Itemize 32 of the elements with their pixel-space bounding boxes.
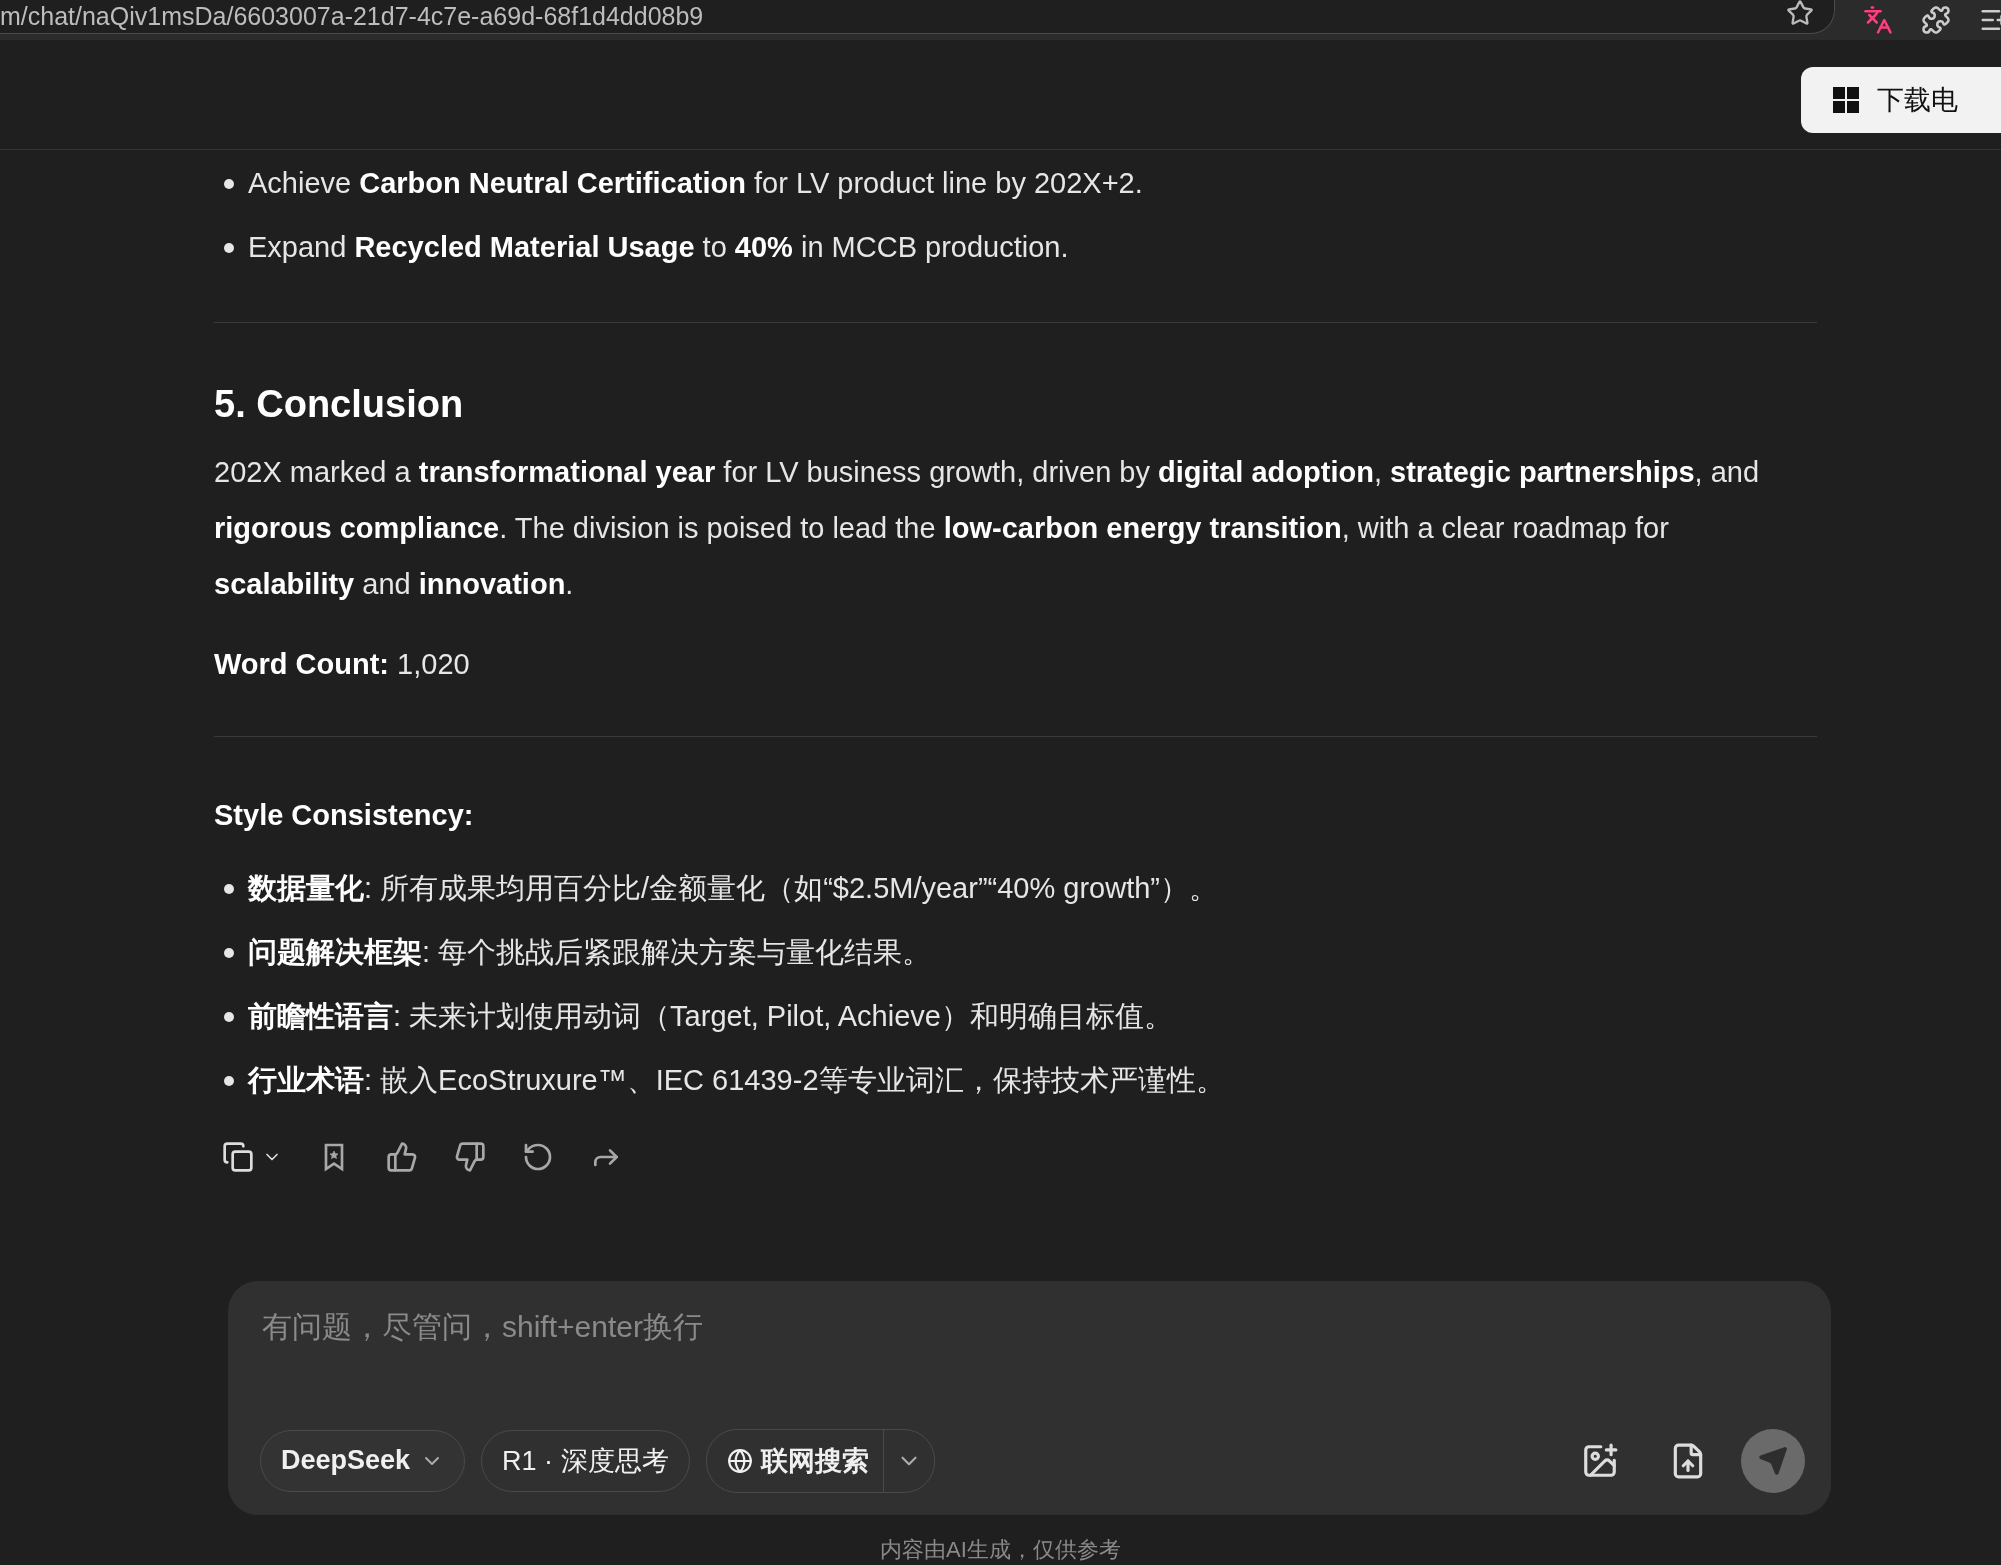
style-heading: Style Consistency: <box>214 798 474 831</box>
copy-icon <box>222 1140 254 1173</box>
model-button[interactable]: DeepSeek <box>260 1430 466 1492</box>
send-icon <box>1758 1446 1788 1476</box>
thumbs-down-button[interactable] <box>454 1140 486 1173</box>
web-search-button[interactable]: 联网搜索 <box>706 1430 884 1492</box>
bullet-text: 数据量化: 所有成果均用百分比/金额量化（如“$2.5M/year”“40% growth”）。 <box>248 870 1218 906</box>
message-input[interactable]: 有问题，尽管问，shift+enter换行 <box>260 1308 1805 1345</box>
puzzle-icon[interactable] <box>1921 4 1951 35</box>
address-bar[interactable]: m/chat/naQiv1msDa/6603007a-21d7-4c7e-a69d-68f1d4dd08b9 <box>0 0 1835 34</box>
bullet-dot <box>224 883 234 894</box>
bullet-dot <box>224 947 234 958</box>
translate-icon[interactable] <box>1863 4 1893 35</box>
section-heading: 5. Conclusion <box>214 382 465 426</box>
bullet-text: 行业术语: 嵌入EcoStruxure™、IEC 61439-2等专业词汇，保持技术严谨性。 <box>248 1062 1225 1098</box>
star-icon[interactable] <box>1786 0 1814 28</box>
bullet-text: 问题解决框架: 每个挑战后紧跟解决方案与量化结果。 <box>248 934 932 970</box>
globe-icon <box>726 1448 753 1474</box>
windows-logo-icon <box>1833 86 1859 113</box>
bullet-dot <box>224 1011 234 1022</box>
bullet-dot <box>224 178 234 189</box>
word-count: Word Count: 1,020 <box>214 647 470 680</box>
bullet-dot <box>224 242 234 253</box>
add-image-button[interactable] <box>1581 1442 1619 1480</box>
bullet-text: 前瞻性语言: 未来计划使用动词（Target, Pilot, Achieve）和明确目标值。 <box>248 998 1173 1034</box>
download-button[interactable]: 下载电 <box>1801 66 2001 133</box>
bullet-text: Expand Recycled Material Usage to 40% in MCCB production. <box>248 231 1069 265</box>
ai-disclaimer: 内容由AI生成，仅供参考 <box>879 1536 1122 1564</box>
bullet-text: Achieve Carbon Neutral Certification for LV product line by 202X+2. <box>248 167 1143 201</box>
thumbs-up-button[interactable] <box>386 1140 418 1173</box>
bullet-dot <box>224 1075 234 1086</box>
conclusion-paragraph: 202X marked a transformational year for LV business growth, driven by digital adoption, strategic partnerships, and rigorous compliance. The division is poised to lead the low-carbon energy transition, with a clear roadmap for scalability and innovation. <box>214 455 1760 600</box>
